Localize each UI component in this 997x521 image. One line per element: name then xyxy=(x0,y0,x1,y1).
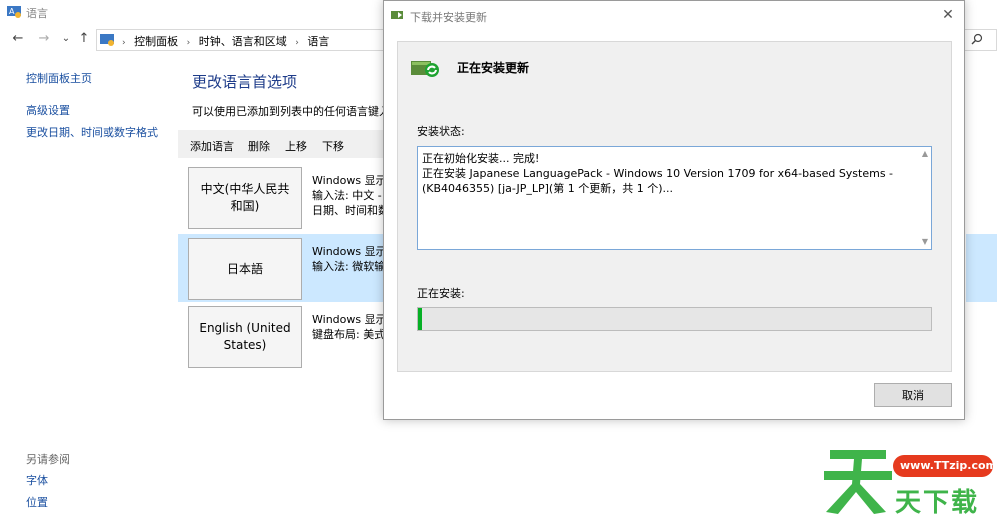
see-also-heading: 另请参阅 xyxy=(26,453,70,466)
language-details: Windows 显示语言 输入法: 中文 - 日期、时间和数字格式 xyxy=(312,173,384,218)
breadcrumb-language[interactable]: 语言 xyxy=(307,35,329,48)
forward-arrow-icon[interactable]: → xyxy=(36,30,52,48)
move-down-button[interactable]: 下移 xyxy=(322,138,344,154)
language-detail-line: Windows 显示语言 xyxy=(312,174,384,187)
status-label: 安装状态: xyxy=(417,125,465,138)
move-up-button[interactable]: 上移 xyxy=(285,138,307,154)
language-icon: A xyxy=(7,6,21,18)
sidebar-link-date-time-format[interactable]: 更改日期、时间或数字格式 xyxy=(26,124,158,140)
close-icon[interactable]: ✕ xyxy=(941,7,955,23)
watermark-url: www.TTzip.com xyxy=(900,459,997,472)
add-language-button[interactable]: 添加语言 xyxy=(190,138,234,154)
language-detail-line: 键盘布局: 美式键盘 xyxy=(312,328,384,341)
cancel-button[interactable]: 取消 xyxy=(874,383,952,407)
breadcrumb-control-panel[interactable]: 控制面板 xyxy=(134,35,178,48)
sidebar-link-control-panel-home[interactable]: 控制面板主页 xyxy=(26,70,92,86)
status-text: 正在初始化安装... 完成! 正在安装 Japanese LanguagePac… xyxy=(422,152,894,195)
chevron-right-icon: › xyxy=(186,38,191,48)
breadcrumb-clock-language-region[interactable]: 时钟、语言和区域 xyxy=(199,35,287,48)
language-toolbar: 添加语言 删除 上移 下移 xyxy=(178,130,384,158)
language-name-button[interactable]: 中文(中华人民共和国) xyxy=(188,167,302,229)
language-row-chinese[interactable]: 中文(中华人民共和国) Windows 显示语言 输入法: 中文 - 日期、时间… xyxy=(178,163,384,229)
window-title: 语言 xyxy=(26,7,48,20)
back-arrow-icon[interactable]: ← xyxy=(10,30,26,48)
dialog-title: 下载并安装更新 xyxy=(410,11,487,24)
page-title: 更改语言首选项 xyxy=(192,73,298,91)
language-detail-line: 输入法: 微软输入法 xyxy=(312,260,384,273)
recent-locations-icon[interactable]: ⌄ xyxy=(58,30,74,48)
installing-label: 正在安装: xyxy=(417,287,465,300)
control-panel-icon xyxy=(100,34,114,46)
chevron-right-icon: › xyxy=(122,38,126,48)
language-row-english[interactable]: English (United States) Windows 显示语言 键盘布… xyxy=(178,302,384,368)
breadcrumb: › 控制面板 › 时钟、语言和区域 › 语言 xyxy=(117,33,329,49)
language-row-japanese[interactable]: 日本語 Windows 显示语言 输入法: 微软输入法 xyxy=(178,234,384,302)
scroll-up-icon[interactable]: ▲ xyxy=(918,149,932,159)
language-details: Windows 显示语言 输入法: 微软输入法 xyxy=(312,244,384,274)
remove-button[interactable]: 删除 xyxy=(248,138,270,154)
language-detail-line: Windows 显示语言 xyxy=(312,313,384,326)
sidebar-link-location[interactable]: 位置 xyxy=(26,494,48,510)
sidebar-link-advanced-settings[interactable]: 高级设置 xyxy=(26,102,70,118)
language-detail-line: Windows 显示语言 xyxy=(312,245,384,258)
dialog-titlebar: 下载并安装更新 ✕ xyxy=(384,1,964,31)
language-details: Windows 显示语言 键盘布局: 美式键盘 xyxy=(312,312,384,342)
address-box[interactable]: › 控制面板 › 时钟、语言和区域 › 语言 xyxy=(96,29,386,51)
search-icon[interactable] xyxy=(971,33,983,45)
install-progress-bar xyxy=(417,307,932,331)
search-box[interactable] xyxy=(965,29,997,51)
scroll-down-icon[interactable]: ▼ xyxy=(918,237,932,247)
selection-highlight xyxy=(966,234,997,302)
language-name-button[interactable]: 日本語 xyxy=(188,238,302,300)
install-updates-dialog: 下载并安装更新 ✕ 正在安装更新 安装状态: 正在初始化安装... 完成! 正在… xyxy=(383,0,965,420)
up-arrow-icon[interactable]: ↑ xyxy=(76,30,92,48)
page-description: 可以使用已添加到列表中的任何语言键入 xyxy=(192,105,384,118)
chevron-right-icon: › xyxy=(295,38,299,48)
sidebar-link-fonts[interactable]: 字体 xyxy=(26,472,48,488)
download-update-icon xyxy=(391,11,403,19)
language-detail-line: 日期、时间和数字格式 xyxy=(312,204,384,217)
dialog-body: 正在安装更新 安装状态: 正在初始化安装... 完成! 正在安装 Japanes… xyxy=(397,41,952,372)
dialog-header: 正在安装更新 xyxy=(457,61,530,75)
watermark-text: 天下载 xyxy=(895,488,980,518)
language-detail-line: 输入法: 中文 - xyxy=(312,189,382,202)
status-textbox[interactable]: 正在初始化安装... 完成! 正在安装 Japanese LanguagePac… xyxy=(417,146,932,250)
installing-update-icon xyxy=(411,61,439,77)
screen: A 语言 ← → ⌄ ↑ › 控制面板 › 时钟、语言和区域 › 语言 控制面板… xyxy=(0,0,997,521)
progress-fill xyxy=(418,308,422,330)
watermark-logo xyxy=(824,450,892,514)
svg-text:A: A xyxy=(9,7,15,16)
language-name-button[interactable]: English (United States) xyxy=(188,306,302,368)
